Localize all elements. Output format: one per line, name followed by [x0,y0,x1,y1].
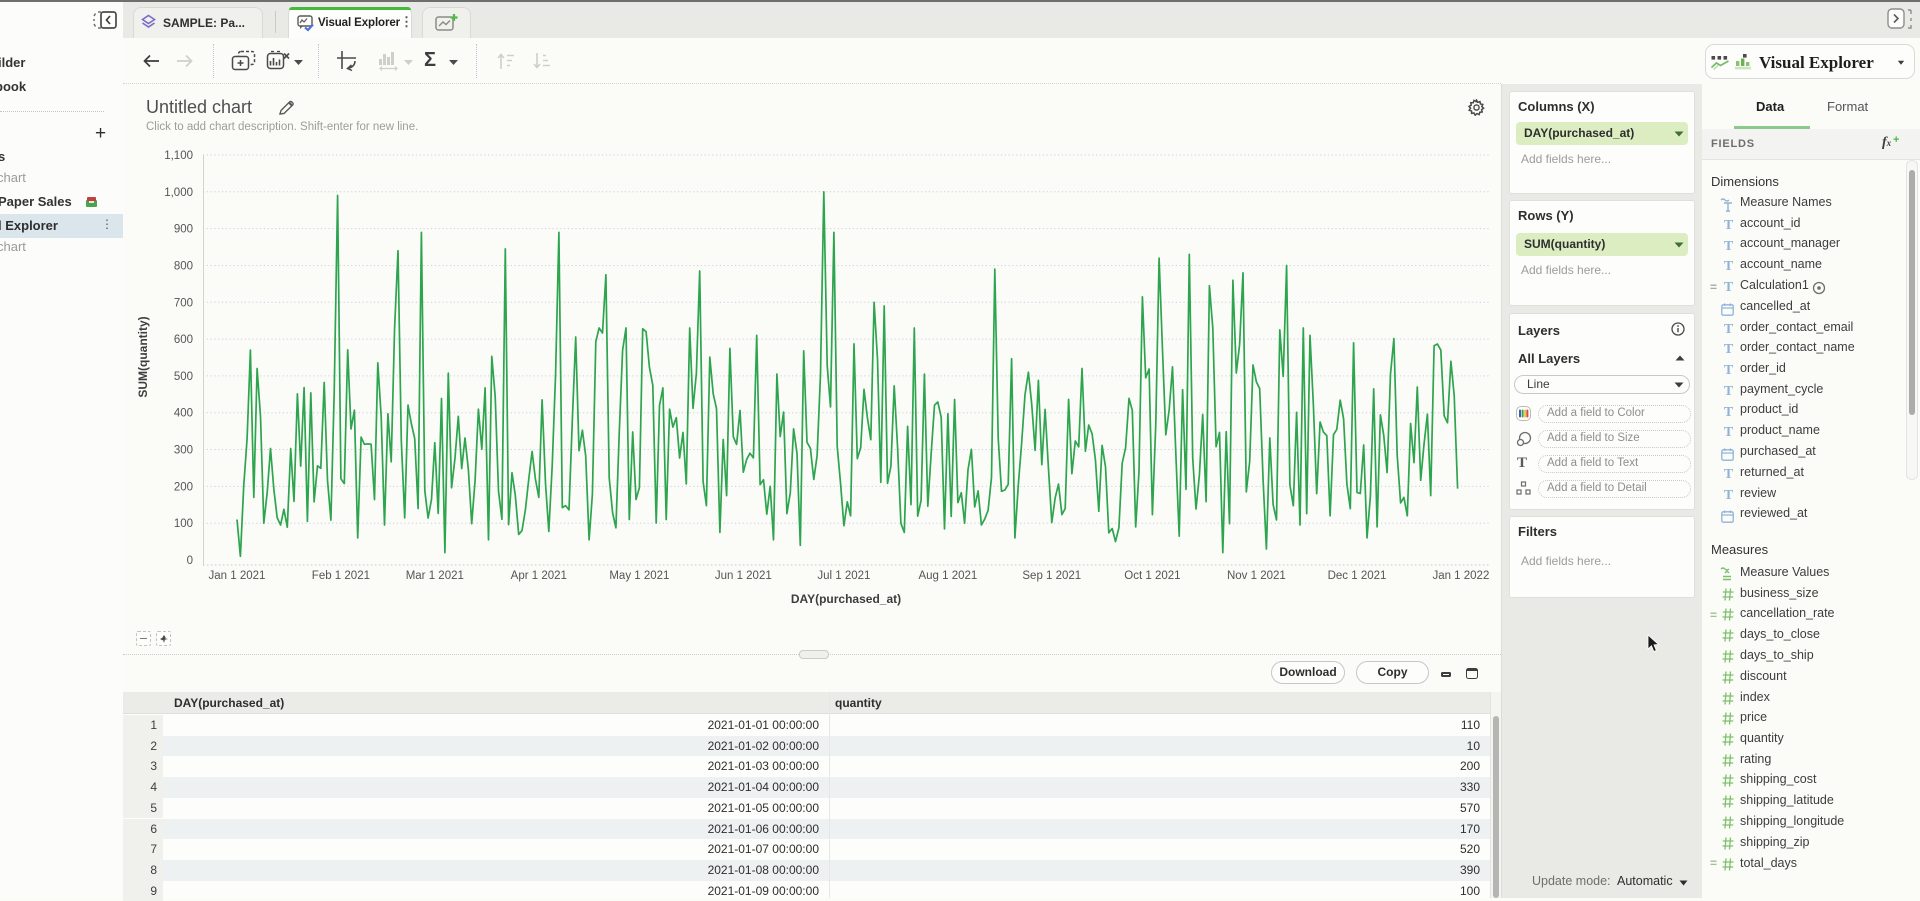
svg-text:Feb 1 2021: Feb 1 2021 [312,570,370,582]
svg-text:300: 300 [174,445,193,457]
svg-text:1,000: 1,000 [164,187,193,199]
svg-text:600: 600 [174,334,193,346]
svg-text:400: 400 [174,408,193,420]
svg-text:Nov 1 2021: Nov 1 2021 [1227,570,1286,582]
svg-text:200: 200 [174,481,193,493]
svg-text:Aug 1 2021: Aug 1 2021 [918,570,977,582]
svg-text:0: 0 [187,555,193,567]
svg-text:500: 500 [174,371,193,383]
svg-text:Mar 1 2021: Mar 1 2021 [406,570,464,582]
svg-text:SUM(quantity): SUM(quantity) [136,316,150,397]
svg-text:100: 100 [174,518,193,530]
svg-text:May 1 2021: May 1 2021 [609,570,669,582]
svg-text:Dec 1 2021: Dec 1 2021 [1328,570,1387,582]
svg-text:Jan 1 2021: Jan 1 2021 [209,570,266,582]
svg-text:900: 900 [174,224,193,236]
svg-text:Jul 1 2021: Jul 1 2021 [817,570,870,582]
svg-text:Sep 1 2021: Sep 1 2021 [1022,570,1081,582]
svg-text:1,100: 1,100 [164,150,193,162]
svg-text:Apr 1 2021: Apr 1 2021 [511,570,567,582]
svg-text:Oct 1 2021: Oct 1 2021 [1124,570,1180,582]
svg-text:Jan 1 2022: Jan 1 2022 [1432,570,1489,582]
svg-text:800: 800 [174,261,193,273]
svg-text:DAY(purchased_at): DAY(purchased_at) [791,592,901,606]
svg-text:Jun 1 2021: Jun 1 2021 [715,570,772,582]
svg-text:700: 700 [174,297,193,309]
